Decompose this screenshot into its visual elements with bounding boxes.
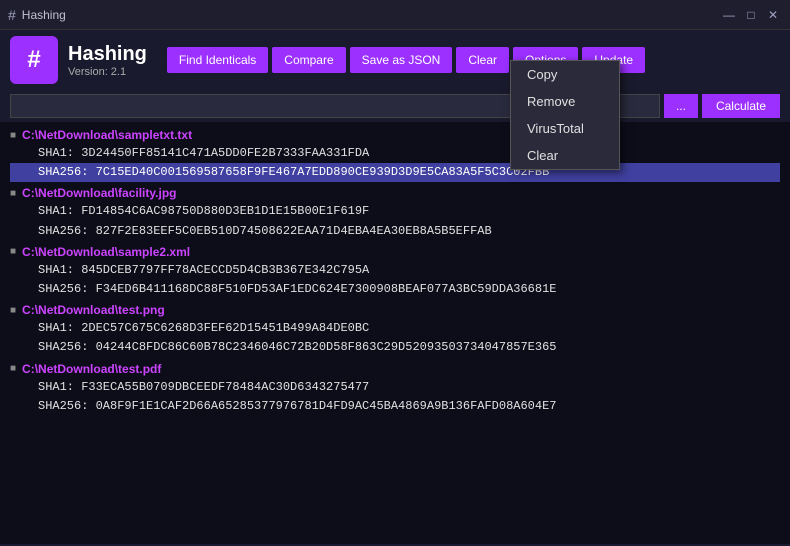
hash-line[interactable]: SHA256: 827F2E83EEF5C0EB510D74508622EAA7… (10, 222, 780, 241)
hash-line[interactable]: SHA1: FD14854C6AC98750D880D3EB1D1E15B00E… (10, 202, 780, 221)
hash-line[interactable]: SHA256: F34ED6B411168DC88F510FD53AF1EDC6… (10, 280, 780, 299)
file-path: ■ C:\NetDownload\test.png (10, 303, 780, 317)
file-entry: ■ C:\NetDownload\sample2.xml SHA1: 845DCEB… (10, 245, 780, 299)
hash-line[interactable]: SHA1: 3D24450FF85141C471A5DD0FE2B7333FAA… (10, 144, 780, 163)
file-path-icon: ■ (10, 188, 16, 199)
title-bar-controls: — □ ✕ (720, 6, 782, 24)
clear-button[interactable]: Clear (456, 47, 509, 73)
file-path-text[interactable]: C:\NetDownload\facility.jpg (22, 186, 176, 200)
close-button[interactable]: ✕ (764, 6, 782, 24)
context-menu-item-virustotal[interactable]: VirusTotal (511, 115, 619, 142)
hash-line[interactable]: SHA1: F33ECA55B0709DBCEEDF78484AC30D6343… (10, 378, 780, 397)
context-menu-item-clear[interactable]: Clear (511, 142, 619, 169)
file-path-text[interactable]: C:\NetDownload\test.pdf (22, 362, 161, 376)
minimize-button[interactable]: — (720, 6, 738, 24)
file-entry: ■ C:\NetDownload\test.png SHA1: 2DEC57C675… (10, 303, 780, 357)
window-title: Hashing (22, 8, 66, 22)
app-header: # Hashing Version: 2.1 Find Identicals C… (0, 30, 790, 90)
context-menu-item-copy[interactable]: Copy (511, 61, 619, 88)
file-entry: ■ C:\NetDownload\sampletxt.txt SHA1: 3D244… (10, 128, 780, 182)
app-logo: # (10, 36, 58, 84)
file-path: ■ C:\NetDownload\facility.jpg (10, 186, 780, 200)
file-path: ■ C:\NetDownload\sample2.xml (10, 245, 780, 259)
file-path-icon: ■ (10, 130, 16, 141)
browse-button[interactable]: ... (664, 94, 698, 118)
app-title: Hashing (68, 43, 147, 66)
app-version: Version: 2.1 (68, 66, 147, 78)
file-path-text[interactable]: C:\NetDownload\sampletxt.txt (22, 128, 192, 142)
find-identicals-button[interactable]: Find Identicals (167, 47, 268, 73)
file-path: ■ C:\NetDownload\test.pdf (10, 362, 780, 376)
file-entry: ■ C:\NetDownload\facility.jpg SHA1: FD1485… (10, 186, 780, 240)
path-bar: ... Calculate (0, 90, 790, 122)
title-bar-left: # Hashing (8, 7, 66, 23)
context-menu-item-remove[interactable]: Remove (511, 88, 619, 115)
hash-line[interactable]: SHA1: 2DEC57C675C6268D3FEF62D15451B499A8… (10, 319, 780, 338)
context-menu: CopyRemoveVirusTotalClear (510, 60, 620, 170)
hash-line[interactable]: SHA1: 845DCEB7797FF78ACECCD5D4CB3B367E34… (10, 261, 780, 280)
app-icon: # (8, 7, 16, 23)
compare-button[interactable]: Compare (272, 47, 345, 73)
title-bar: # Hashing — □ ✕ (0, 0, 790, 30)
hash-line[interactable]: SHA256: 0A8F9F1E1CAF2D66A65285377976781D… (10, 397, 780, 416)
calculate-button[interactable]: Calculate (702, 94, 780, 118)
file-entry: ■ C:\NetDownload\test.pdf SHA1: F33ECA55B0… (10, 362, 780, 416)
toolbar: Find Identicals Compare Save as JSON Cle… (167, 47, 780, 73)
file-path-icon: ■ (10, 305, 16, 316)
file-path-icon: ■ (10, 246, 16, 257)
maximize-button[interactable]: □ (742, 6, 760, 24)
file-path: ■ C:\NetDownload\sampletxt.txt (10, 128, 780, 142)
save-as-json-button[interactable]: Save as JSON (350, 47, 453, 73)
file-path-text[interactable]: C:\NetDownload\test.png (22, 303, 165, 317)
file-path-text[interactable]: C:\NetDownload\sample2.xml (22, 245, 190, 259)
hash-line[interactable]: SHA256: 04244C8FDC86C60B78C2346046C72B20… (10, 338, 780, 357)
content-area: ■ C:\NetDownload\sampletxt.txt SHA1: 3D244… (0, 122, 790, 544)
app-title-area: Hashing Version: 2.1 (68, 43, 147, 78)
hash-line[interactable]: SHA256: 7C15ED40C001569587658F9FE467A7ED… (10, 163, 780, 182)
file-path-icon: ■ (10, 363, 16, 374)
